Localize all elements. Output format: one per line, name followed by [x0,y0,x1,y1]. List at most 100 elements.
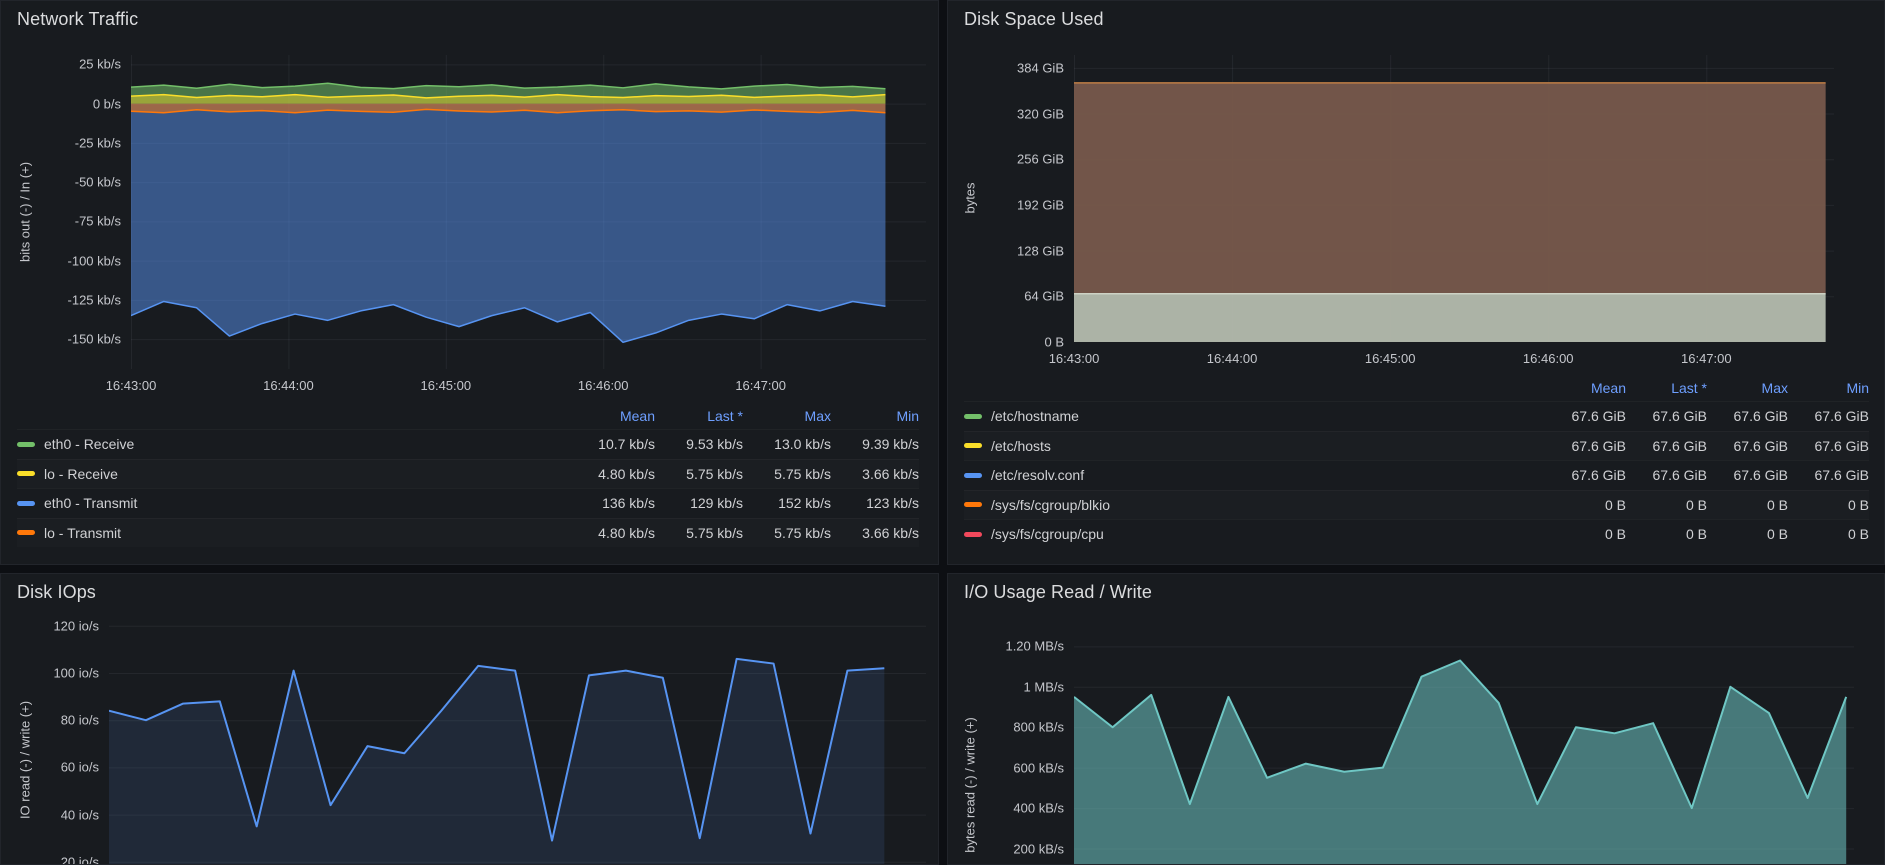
legend-value-last: 129 kb/s [690,495,743,512]
legend-value-min: 9.39 kb/s [862,436,919,453]
x-tick-label: 16:44:00 [1206,351,1258,366]
y-tick-label: 60 io/s [60,759,99,775]
series-label[interactable]: lo - Receive [44,466,567,482]
x-tick-label: 16:43:00 [1048,351,1100,366]
series-label[interactable]: lo - Transmit [44,525,567,541]
disk-space-plot[interactable]: 16:43:00 16:44:00 16:45:00 16:46:00 16:47:00… [948,37,1884,373]
chart-area-io-usage: bytes read (-) / write (+) 1.20 MB/s 1 MB… [948,610,1884,864]
legend-table-disk-space: Mean Last * Max Min /etc/hostname 67.6 G… [948,373,1884,549]
chart-svg [1074,646,1854,864]
legend-value-last: 5.75 kb/s [686,465,743,482]
series-color-marker [17,530,35,536]
legend-value-mean: 0 B [1604,496,1626,513]
series-label[interactable]: /sys/fs/cgroup/cpu [991,526,1545,542]
series-label[interactable]: /sys/fs/cgroup/blkio [991,497,1545,513]
panel-header-disk-iops[interactable]: Disk IOps [1,574,938,610]
legend-sort-max[interactable]: Max [1707,380,1788,396]
legend-sort-last[interactable]: Last * [1626,380,1707,396]
series-color-marker [17,500,35,506]
legend-row-cgroup-blkio[interactable]: /sys/fs/cgroup/blkio 0 B 0 B 0 B 0 B [964,490,1869,520]
legend-sort-min[interactable]: Min [1788,380,1869,396]
legend-row-eth0-receive[interactable]: eth0 - Receive 10.7 kb/s 9.53 kb/s 13.0 … [17,429,919,459]
panel-disk-iops: Disk IOps IO read (-) / write (+) 120 io… [0,573,939,865]
legend-row-eth0-transmit[interactable]: eth0 - Transmit 136 kb/s 129 kb/s 152 kb… [17,488,919,518]
series-label[interactable]: /etc/hostname [991,408,1545,424]
series-label[interactable]: /etc/resolv.conf [991,467,1545,483]
legend-row-etc-hostname[interactable]: /etc/hostname 67.6 GiB 67.6 GiB 67.6 GiB… [964,401,1869,431]
y-tick-label: -100 kb/s [67,253,121,269]
series-label[interactable]: eth0 - Receive [44,436,567,452]
legend-value-mean: 67.6 GiB [1571,467,1626,484]
legend-header-row: Mean Last * Max Min [17,403,919,429]
panel-header-io-usage[interactable]: I/O Usage Read / Write [948,574,1884,610]
series-color-marker [964,531,982,537]
series-color-marker [964,502,982,508]
y-tick-label: 192 GiB [1017,197,1064,213]
legend-value-mean: 4.80 kb/s [598,524,655,541]
y-tick-label: 400 kB/s [1013,800,1064,816]
y-tick-label: -50 kb/s [74,174,121,190]
chart-svg [1074,55,1834,342]
legend-value-max: 67.6 GiB [1733,408,1788,425]
panel-title-network-traffic[interactable]: Network Traffic [17,9,138,30]
y-tick-label: 128 GiB [1017,243,1064,259]
network-traffic-plot[interactable]: 16:43:00 16:44:00 16:45:00 16:46:00 16:47:00… [1,37,938,401]
series-label[interactable]: eth0 - Transmit [44,495,567,511]
legend-value-min: 67.6 GiB [1814,437,1869,454]
legend-value-mean: 4.80 kb/s [598,465,655,482]
legend-value-last: 0 B [1685,496,1707,513]
x-tick-label: 16:43:00 [105,378,157,393]
legend-sort-min[interactable]: Min [831,408,919,424]
y-tick-label: -25 kb/s [74,135,121,151]
panel-header-disk-space[interactable]: Disk Space Used [948,1,1884,37]
y-tick-label: 0 b/s [92,96,121,112]
series-area [1074,660,1847,864]
io-usage-plot[interactable]: 1.20 MB/s 1 MB/s 800 kB/s 600 kB/s 400 kB/s 2… [948,610,1884,864]
y-tick-label: 200 kB/s [1013,841,1064,857]
y-tick-label: 25 kb/s [79,56,121,72]
y-tick-label: 320 GiB [1017,106,1064,122]
legend-header-row: Mean Last * Max Min [964,375,1869,401]
panel-title-disk-iops[interactable]: Disk IOps [17,582,96,603]
legend-row-etc-hosts[interactable]: /etc/hosts 67.6 GiB 67.6 GiB 67.6 GiB 67… [964,431,1869,461]
legend-row-lo-transmit[interactable]: lo - Transmit 4.80 kb/s 5.75 kb/s 5.75 k… [17,518,919,548]
x-tick-label: 16:46:00 [577,378,629,393]
legend-row-cgroup-cpu[interactable]: /sys/fs/cgroup/cpu 0 B 0 B 0 B 0 B [964,519,1869,549]
y-tick-label: -150 kb/s [67,331,121,347]
series-area [131,103,886,343]
series-color-marker [964,472,982,478]
y-tick-label: 600 kB/s [1013,760,1064,776]
y-tick-label: 800 kB/s [1013,719,1064,735]
panel-network-traffic: Network Traffic bits out (-) / In (+) 16… [0,0,939,565]
legend-value-max: 67.6 GiB [1733,437,1788,454]
legend-table-network: Mean Last * Max Min eth0 - Receive 10.7 … [1,401,938,547]
legend-row-etc-resolv-conf[interactable]: /etc/resolv.conf 67.6 GiB 67.6 GiB 67.6 … [964,460,1869,490]
legend-sort-last[interactable]: Last * [655,408,743,424]
y-tick-label: 0 B [1044,334,1064,350]
y-tick-label: 384 GiB [1017,60,1064,76]
y-tick-label: 20 io/s [60,854,99,865]
disk-iops-plot[interactable]: 120 io/s 100 io/s 80 io/s 60 io/s 40 io/s 20 … [1,610,938,864]
legend-value-mean: 67.6 GiB [1571,437,1626,454]
stacked-area-band [1074,82,1826,294]
panel-title-disk-space[interactable]: Disk Space Used [964,9,1104,30]
panel-disk-space-used: Disk Space Used bytes 16:43:00 16:44:00 16… [947,0,1885,565]
chart-svg [109,625,926,864]
legend-value-last: 67.6 GiB [1652,467,1707,484]
legend-sort-max[interactable]: Max [743,408,831,424]
legend-value-min: 123 kb/s [866,495,919,512]
panel-header-network-traffic[interactable]: Network Traffic [1,1,938,37]
y-tick-label: 120 io/s [53,618,99,634]
legend-value-mean: 67.6 GiB [1571,408,1626,425]
panel-title-io-usage[interactable]: I/O Usage Read / Write [964,582,1152,603]
y-tick-label: 80 io/s [60,712,99,728]
y-tick-label: -125 kb/s [67,292,121,308]
chart-area-disk-iops: IO read (-) / write (+) 120 io/s 100 io/s… [1,610,938,864]
legend-sort-mean[interactable]: Mean [1545,380,1626,396]
y-tick-label: 64 GiB [1024,288,1064,304]
legend-sort-mean[interactable]: Mean [567,408,655,424]
y-tick-label: 1.20 MB/s [1005,638,1064,654]
legend-row-lo-receive[interactable]: lo - Receive 4.80 kb/s 5.75 kb/s 5.75 kb… [17,459,919,489]
series-label[interactable]: /etc/hosts [991,438,1545,454]
y-tick-label: -75 kb/s [74,213,121,229]
